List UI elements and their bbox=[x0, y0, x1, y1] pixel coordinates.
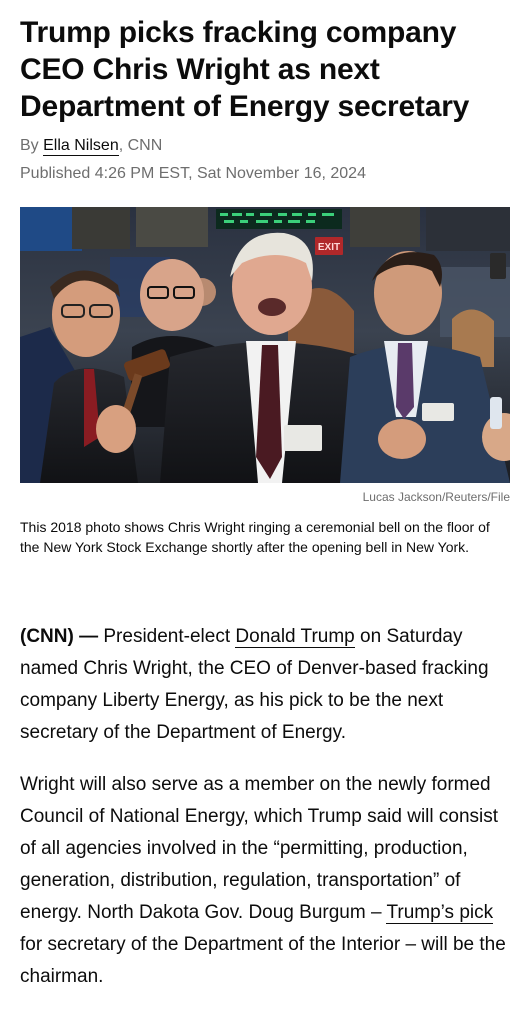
dateline: (CNN) — bbox=[20, 626, 99, 647]
paragraph-2-text-b: for secretary of the Department of the I… bbox=[20, 934, 506, 987]
paragraph-1: (CNN) — President-elect Donald Trump on … bbox=[20, 621, 510, 749]
lead-photo[interactable]: EXIT bbox=[20, 207, 510, 483]
donald-trump-link[interactable]: Donald Trump bbox=[235, 626, 355, 648]
paragraph-1-text-a: President-elect bbox=[98, 626, 236, 647]
paragraph-2-text-a: Wright will also serve as a member on th… bbox=[20, 774, 499, 923]
byline-source: , CNN bbox=[118, 137, 163, 154]
photo-illustration: EXIT bbox=[20, 207, 510, 483]
name-badge bbox=[284, 425, 322, 451]
headline: Trump picks fracking company CEO Chris W… bbox=[20, 16, 470, 123]
byline: By Ella Nilsen, CNN bbox=[20, 135, 508, 157]
article-body: (CNN) — President-elect Donald Trump on … bbox=[20, 621, 510, 1013]
author-link[interactable]: Ella Nilsen bbox=[43, 137, 119, 156]
article-header: Trump picks fracking company CEO Chris W… bbox=[20, 14, 508, 185]
byline-prefix: By bbox=[20, 137, 44, 154]
trumps-pick-link[interactable]: Trump’s pick bbox=[386, 902, 494, 924]
photo-credit: Lucas Jackson/Reuters/File bbox=[362, 490, 510, 504]
published-timestamp: Published 4:26 PM EST, Sat November 16, … bbox=[20, 165, 366, 182]
photo-caption: This 2018 photo shows Chris Wright ringi… bbox=[20, 519, 490, 555]
exit-sign-text: EXIT bbox=[318, 242, 340, 253]
paragraph-2: Wright will also serve as a member on th… bbox=[20, 769, 510, 993]
